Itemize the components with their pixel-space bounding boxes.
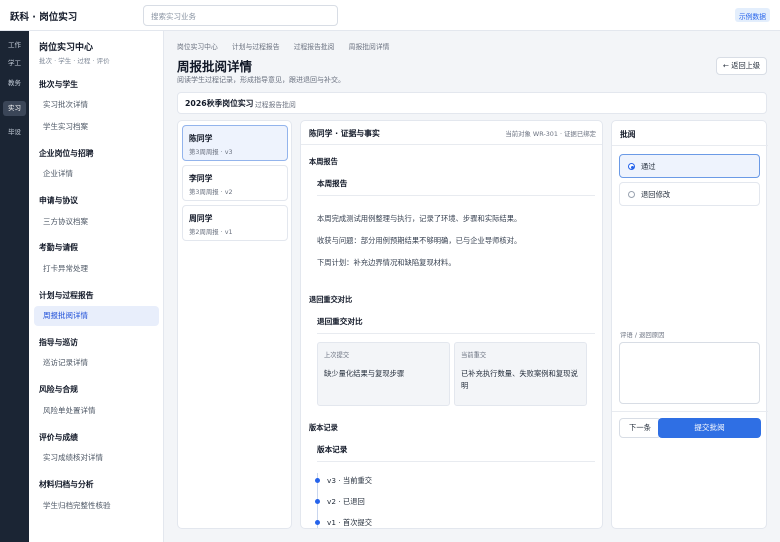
review-panel: 批阅 通过 退回修改 评语 / 退回原因 下一条 提交批阅 (611, 120, 768, 529)
sidebar-group-guidance: 指导与巡访 (39, 338, 78, 347)
version-item[interactable]: v2 · 已退回 (327, 497, 365, 507)
section-heading-compare: 退回重交对比 (317, 317, 363, 326)
divider (317, 461, 595, 462)
divider (612, 411, 768, 412)
context-tag: 过程报告批阅 (255, 101, 296, 109)
version-item[interactable]: v3 · 当前重交 (327, 476, 372, 486)
sidebar-subtitle: 批次 · 学生 · 过程 · 评价 (39, 57, 110, 65)
report-paragraph: 收获与问题：部分用例预期结果不够明确，已与企业导师核对。 (317, 236, 522, 245)
rail-item-internship[interactable]: 实习 (3, 101, 26, 116)
rail-item-work[interactable]: 工作 (3, 38, 26, 53)
option-approve[interactable]: 通过 (619, 154, 760, 178)
back-button[interactable]: ← 返回上级 (716, 57, 767, 75)
previous-submission-text: 缺少量化结果与复现步骤 (324, 369, 405, 378)
current-submission-card: 当前重交 已补充执行数量、失败案例和复现说明 (454, 342, 587, 406)
breadcrumb: 岗位实习中心 计划与过程报告 过程报告批阅 周报批阅详情 (177, 41, 401, 51)
sidebar-group-application: 申请与协议 (39, 196, 78, 205)
evidence-title: 陈同学 · 证据与事实 (309, 129, 380, 138)
section-label-versions: 版本记录 (309, 423, 338, 432)
option-return[interactable]: 退回修改 (619, 182, 760, 206)
rail-item-academic[interactable]: 教务 (3, 76, 26, 91)
sidebar-item-student-archive[interactable]: 学生实习档案 (34, 117, 159, 137)
divider (317, 333, 595, 334)
review-title: 批阅 (620, 130, 636, 139)
sidebar-group-risk: 风险与合规 (39, 385, 78, 394)
option-return-label: 退回修改 (641, 190, 671, 199)
version-item[interactable]: v1 · 首次提交 (327, 518, 372, 528)
page-description: 阅读学生过程记录，形成指导意见，跟进退回与补交。 (177, 76, 345, 84)
student-list: 陈同学 第3周周报 · v3 李同学 第3周周报 · v2 周同学 第2周周报 … (177, 120, 292, 529)
app-brand: 跃科 · 岗位实习 (10, 12, 78, 23)
report-meta: 第2周周报 · v1 (189, 228, 233, 236)
evidence-panel: 陈同学 · 证据与事实 当前对象 WR-301 · 证据已绑定 本周报告 本周报… (300, 120, 603, 529)
option-approve-label: 通过 (641, 162, 656, 171)
student-name: 周同学 (189, 214, 213, 223)
section-label-weekly: 本周报告 (309, 157, 338, 166)
breadcrumb-item[interactable]: 计划与过程报告 (232, 43, 280, 51)
page-title: 周报批阅详情 (177, 59, 253, 74)
list-item[interactable]: 李同学 第3周周报 · v2 (182, 165, 288, 201)
timeline-dot (315, 499, 320, 504)
breadcrumb-current: 周报批阅详情 (348, 43, 390, 51)
student-name: 李同学 (189, 174, 213, 183)
sidebar-group-plan-report: 计划与过程报告 (39, 291, 94, 300)
sidebar-item-weekly-review[interactable]: 周报批阅详情 (34, 306, 159, 326)
evidence-status: 当前对象 WR-301 · 证据已绑定 (505, 130, 596, 138)
sidebar-item-archive-check[interactable]: 学生归档完整性核验 (34, 496, 159, 516)
report-meta: 第3周周报 · v2 (189, 188, 233, 196)
demo-data-badge: 示例数据 (734, 8, 770, 22)
sidebar-item-attendance-exception[interactable]: 打卡异常处理 (34, 259, 159, 279)
search-input[interactable]: 搜索实习业务 (143, 5, 338, 26)
comment-textarea[interactable] (619, 342, 760, 404)
breadcrumb-item[interactable]: 岗位实习中心 (177, 43, 218, 51)
report-paragraph: 下周计划：补充边界情况和缺陷复现材料。 (317, 258, 456, 267)
current-submission-text: 已补充执行数量、失败案例和复现说明 (461, 369, 578, 390)
rail-item-thesis[interactable]: 毕设 (3, 125, 26, 140)
evidence-header: 陈同学 · 证据与事实 当前对象 WR-301 · 证据已绑定 (301, 121, 602, 145)
breadcrumb-item[interactable]: 过程报告批阅 (294, 43, 335, 51)
divider (612, 145, 768, 146)
sidebar-item-grade-check[interactable]: 实习成绩核对详情 (34, 448, 159, 468)
submit-review-button[interactable]: 提交批阅 (658, 418, 761, 438)
sidebar-group-batch: 批次与学生 (39, 80, 78, 89)
top-bar: 跃科 · 岗位实习 搜索实习业务 示例数据 (0, 0, 780, 31)
next-button[interactable]: 下一条 (619, 418, 661, 438)
section-heading-weekly: 本周报告 (317, 179, 348, 188)
section-heading-versions: 版本记录 (317, 445, 348, 454)
sidebar-group-attendance: 考勤与请假 (39, 243, 78, 252)
module-rail: 工作 学工 教务 实习 毕设 (0, 31, 29, 542)
radio-icon[interactable] (628, 191, 635, 198)
sidebar-item-tripartite-agreement[interactable]: 三方协议档案 (34, 212, 159, 232)
divider (317, 195, 595, 196)
sidebar-item-risk-ticket[interactable]: 风险单处置详情 (34, 401, 159, 421)
timeline-dot (315, 478, 320, 483)
section-label-compare: 退回重交对比 (309, 295, 353, 304)
report-meta: 第3周周报 · v3 (189, 148, 233, 156)
current-submission-label: 当前重交 (461, 352, 487, 359)
list-item[interactable]: 周同学 第2周周报 · v1 (182, 205, 288, 241)
batch-context-bar: 2026秋季岗位实习 过程报告批阅 (177, 92, 767, 114)
rail-item-student-affairs[interactable]: 学工 (3, 56, 26, 71)
previous-submission-label: 上次提交 (324, 352, 350, 359)
batch-name: 2026秋季岗位实习 (185, 99, 254, 108)
sidebar-group-enterprise: 企业岗位与招聘 (39, 149, 94, 158)
sidebar-item-batch-detail[interactable]: 实习批次详情 (34, 95, 159, 115)
sidebar-group-archive: 材料归档与分析 (39, 480, 94, 489)
sidebar: 岗位实习中心 批次 · 学生 · 过程 · 评价 批次与学生 实习批次详情 学生… (29, 31, 164, 542)
comment-label: 评语 / 退回原因 (620, 331, 665, 339)
sidebar-item-visit-record[interactable]: 巡访记录详情 (34, 353, 159, 373)
sidebar-group-evaluation: 评价与成绩 (39, 433, 78, 442)
list-item[interactable]: 陈同学 第3周周报 · v3 (182, 125, 288, 161)
previous-submission-card: 上次提交 缺少量化结果与复现步骤 (317, 342, 450, 406)
radio-selected-icon[interactable] (628, 163, 635, 170)
sidebar-item-enterprise-detail[interactable]: 企业详情 (34, 164, 159, 184)
sidebar-title: 岗位实习中心 (39, 43, 94, 53)
timeline-dot (315, 520, 320, 525)
student-name: 陈同学 (189, 134, 213, 143)
report-paragraph: 本周完成测试用例整理与执行，记录了环境、步骤和实际结果。 (317, 214, 522, 223)
